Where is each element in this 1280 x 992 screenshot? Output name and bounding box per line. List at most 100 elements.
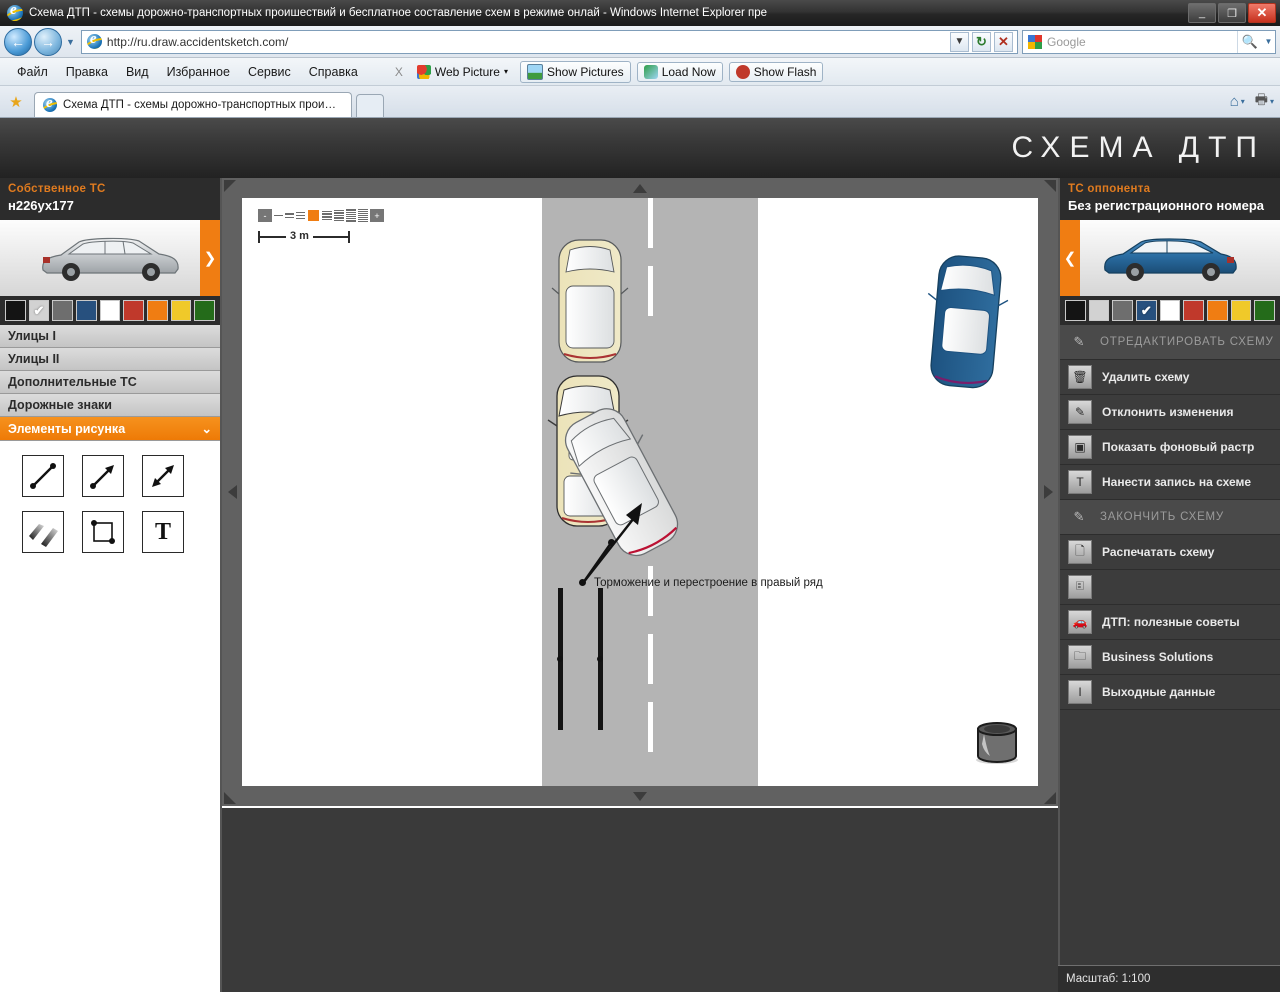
right-menu-item-10[interactable]: I Выходные данные <box>1060 675 1280 710</box>
arrow-start-handle[interactable] <box>579 579 586 586</box>
text-tool[interactable]: T <box>142 511 184 553</box>
zoom-step-3[interactable] <box>296 209 305 222</box>
arrow-midpoint-handle[interactable] <box>608 539 615 546</box>
rectangle-tool[interactable] <box>82 511 124 553</box>
color-swatch-silver[interactable]: ✔ <box>28 300 50 321</box>
url-bar[interactable]: http://ru.draw.accidentsketch.com/ ▼ ↻ ✕ <box>80 29 1018 54</box>
search-caret-icon[interactable]: ▼ <box>1262 31 1275 53</box>
pan-down-bar[interactable] <box>242 786 1038 806</box>
search-box[interactable]: Google 🔍 ▼ <box>1022 29 1276 54</box>
color-swatch-yellow[interactable] <box>1230 300 1252 321</box>
resize-handle-bottom-right[interactable] <box>1038 786 1058 806</box>
color-swatch-white[interactable] <box>99 300 121 321</box>
accordion-4[interactable]: Элементы рисунка ⌄ <box>0 417 220 441</box>
zoom-step-current[interactable] <box>308 210 319 221</box>
right-menu-item-1[interactable]: 🗑 Удалить схему <box>1060 360 1280 395</box>
accordion-3[interactable]: Дорожные знаки <box>0 394 220 417</box>
color-swatch-black[interactable] <box>5 300 26 321</box>
color-swatch-silver[interactable] <box>1088 300 1110 321</box>
color-swatch-green[interactable] <box>194 300 216 321</box>
menu-tools[interactable]: Сервис <box>239 62 300 82</box>
skidmark-tool[interactable] <box>22 511 64 553</box>
menu-help[interactable]: Справка <box>300 62 367 82</box>
maximize-button[interactable]: ❐ <box>1218 3 1246 23</box>
skid-handle-right[interactable] <box>597 656 603 662</box>
double-arrow-tool[interactable] <box>142 455 184 497</box>
beige-car-upper <box>551 239 629 363</box>
right-menu-item-3[interactable]: ▣ Показать фоновый растр <box>1060 430 1280 465</box>
zoom-out-button[interactable]: - <box>258 209 272 222</box>
tab-active[interactable]: Схема ДТП - схемы дорожно-транспортных п… <box>34 92 352 117</box>
home-button[interactable]: ⌂ ▾ <box>1230 93 1245 110</box>
right-menu-item-2[interactable]: ✎ Отклонить изменения <box>1060 395 1280 430</box>
color-swatch-orange[interactable] <box>147 300 168 321</box>
zoom-in-button[interactable]: + <box>370 209 384 222</box>
chevron-down-icon[interactable]: ⌄ <box>202 421 212 436</box>
opponent-vehicle-prev-arrow[interactable]: ❮ <box>1060 220 1080 296</box>
load-now-button[interactable]: Load Now <box>636 61 723 82</box>
color-swatch-red[interactable] <box>1183 300 1205 321</box>
right-menu-item-6[interactable]: 🗋 Распечатать схему <box>1060 535 1280 570</box>
minimize-button[interactable]: _ <box>1188 3 1216 23</box>
color-swatch-gray[interactable] <box>1112 300 1134 321</box>
chevron-down-icon[interactable]: ▾ <box>1270 97 1274 106</box>
zoom-step-1[interactable] <box>274 209 283 222</box>
zoom-step-8[interactable] <box>358 209 368 222</box>
color-swatch-orange[interactable] <box>1207 300 1228 321</box>
resize-handle-top-right[interactable] <box>1038 178 1058 198</box>
line-tool[interactable] <box>22 455 64 497</box>
own-vehicle-next-arrow[interactable]: ❯ <box>200 220 220 296</box>
accordion-1[interactable]: Улицы II <box>0 348 220 371</box>
right-menu-item-8[interactable]: 🚗 ДТП: полезные советы <box>1060 605 1280 640</box>
close-button[interactable]: ✕ <box>1248 3 1276 23</box>
search-icon[interactable]: 🔍 <box>1237 30 1262 53</box>
back-button[interactable]: ← <box>4 27 32 56</box>
chevron-down-icon[interactable]: ▾ <box>504 67 508 76</box>
accordion-0[interactable]: Улицы I <box>0 325 220 348</box>
color-swatch-blue[interactable]: ✔ <box>1136 300 1157 321</box>
webpicture-menu[interactable]: Web Picture ▾ <box>411 63 514 81</box>
zoom-step-2[interactable] <box>285 209 294 222</box>
url-dropdown-icon[interactable]: ▼ <box>950 31 969 52</box>
skid-handle-left[interactable] <box>557 656 563 662</box>
history-caret-icon[interactable]: ▼ <box>66 37 75 47</box>
menu-view[interactable]: Вид <box>117 62 158 82</box>
accordion-2[interactable]: Дополнительные ТС <box>0 371 220 394</box>
resize-handle-bottom-left[interactable] <box>222 786 242 806</box>
new-tab-button[interactable] <box>356 94 384 117</box>
right-menu-item-4[interactable]: T Нанести запись на схеме <box>1060 465 1280 500</box>
color-swatch-red[interactable] <box>123 300 145 321</box>
annotation-text[interactable]: Торможение и перестроение в правый ряд <box>594 577 823 589</box>
right-menu-item-7[interactable]: 🗉 <box>1060 570 1280 605</box>
color-swatch-white[interactable] <box>1159 300 1181 321</box>
chevron-down-icon[interactable]: ▾ <box>1241 97 1245 106</box>
menu-edit[interactable]: Правка <box>57 62 117 82</box>
stop-icon[interactable]: ✕ <box>994 31 1013 52</box>
right-menu-item-9[interactable]: 🗀 Business Solutions <box>1060 640 1280 675</box>
resize-handle-top-left[interactable] <box>222 178 242 198</box>
zoom-step-5[interactable] <box>322 209 332 222</box>
trash-bin-icon[interactable] <box>972 716 1022 766</box>
color-swatch-yellow[interactable] <box>170 300 192 321</box>
forward-button[interactable]: → <box>34 27 62 56</box>
menu-file[interactable]: Файл <box>8 62 57 82</box>
color-swatch-blue[interactable] <box>76 300 97 321</box>
color-swatch-green[interactable] <box>1254 300 1276 321</box>
favorites-star-icon[interactable]: ★ <box>6 91 26 113</box>
show-pictures-button[interactable]: Show Pictures <box>519 60 631 83</box>
color-swatch-gray[interactable] <box>52 300 74 321</box>
right-menu-label: ОТРЕДАКТИРОВАТЬ СХЕМУ <box>1100 336 1274 348</box>
pan-right-bar[interactable] <box>1038 198 1058 786</box>
arrow-tool[interactable] <box>82 455 124 497</box>
show-flash-button[interactable]: Show Flash <box>728 61 824 82</box>
pan-up-bar[interactable] <box>242 178 1038 198</box>
color-swatch-black[interactable] <box>1065 300 1086 321</box>
zoom-step-7[interactable] <box>346 209 356 222</box>
pan-left-bar[interactable] <box>222 198 242 786</box>
zoom-step-6[interactable] <box>334 209 344 222</box>
refresh-icon[interactable]: ↻ <box>972 31 991 52</box>
right-menu-label: Распечатать схему <box>1102 545 1215 559</box>
menu-favorites[interactable]: Избранное <box>158 62 239 82</box>
sketch-canvas[interactable]: Торможение и перестроение в правый ряд - <box>242 198 1038 786</box>
print-button[interactable]: 🖶 ▾ <box>1255 89 1274 113</box>
